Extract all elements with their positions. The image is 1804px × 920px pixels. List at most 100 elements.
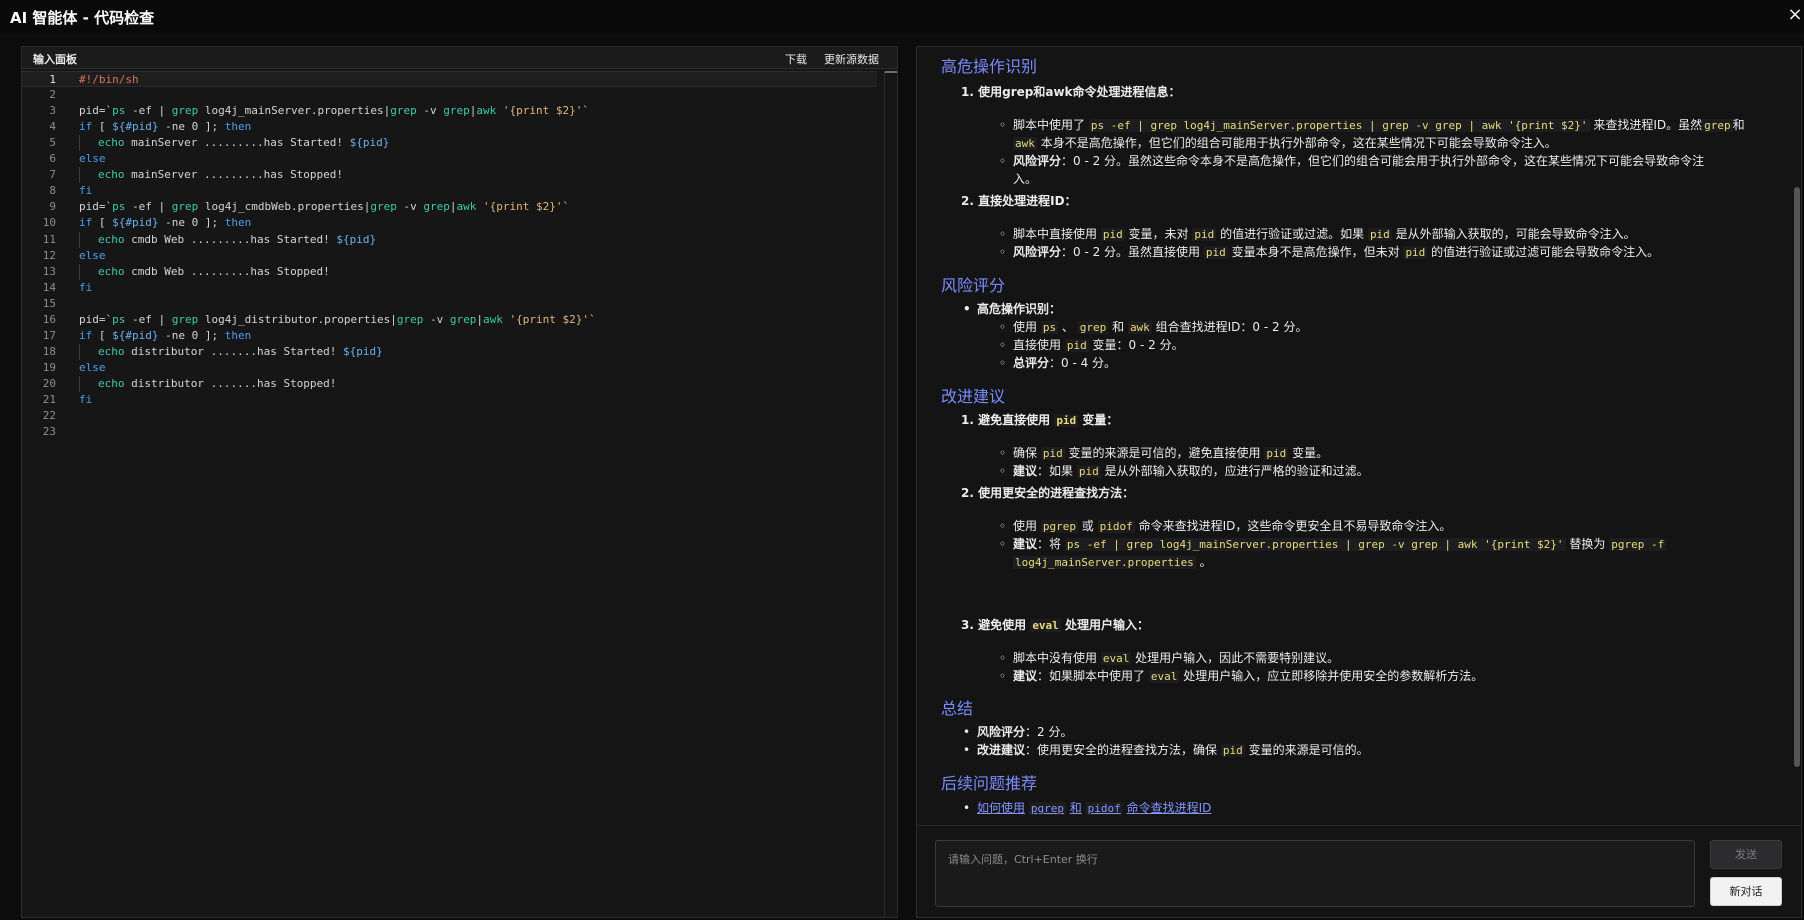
input-panel: 输入面板 下载 更新源数据 1 #!/bin/sh 2 3 pid=`ps -ef | …: [21, 46, 898, 918]
code-line[interactable]: 23: [22, 424, 877, 440]
refresh-source-button[interactable]: 更新源数据: [824, 51, 879, 67]
code-line[interactable]: 17 if [ ${#pid} -ne 0 ]; then: [22, 328, 877, 344]
code-token: awk: [483, 312, 503, 326]
text: 命令来查找进程ID，这些命令更安全且不易导致命令注入。: [1138, 519, 1452, 533]
text: 的值进行验证或过滤。如果: [1220, 227, 1365, 241]
code-line[interactable]: 13 echo cmdb Web .........has Stopped!: [22, 263, 877, 280]
code-line[interactable]: 12 else: [22, 248, 877, 264]
download-button[interactable]: 下载: [785, 51, 807, 67]
code-line[interactable]: 20 echo distributor .......has Stopped!: [22, 375, 877, 392]
code-line[interactable]: 9 pid=`ps -ef | grep log4j_cmdbWeb.proper…: [22, 199, 877, 215]
list-item: 脚本中没有使用 eval 处理用户输入，因此不需要特别建议。: [999, 649, 1339, 668]
inline-code[interactable]: pgrep: [1028, 802, 1066, 815]
code-line[interactable]: 18 echo distributor .......has Started! $…: [22, 343, 877, 360]
send-button[interactable]: 发送: [1710, 840, 1782, 869]
code-line[interactable]: 22: [22, 408, 877, 424]
code-token: log4j_cmdbWeb.properties|: [198, 200, 371, 214]
code-line[interactable]: 4 if [ ${#pid} -ne 0 ]; then: [22, 119, 877, 135]
line-number: 2: [49, 88, 56, 102]
text: 来查找进程ID。虽然: [1593, 118, 1703, 132]
inline-code: ps: [1040, 321, 1059, 334]
code-text: echo distributor .......has Stopped!: [79, 375, 336, 392]
heading-risk-ops: 高危操作识别: [941, 57, 1038, 76]
code-line[interactable]: 6 else: [22, 151, 877, 167]
heading-summary: 总结: [941, 699, 974, 718]
code-token: else: [79, 152, 106, 166]
inline-code: eval: [1148, 670, 1180, 683]
code-editor[interactable]: 1 #!/bin/sh 2 3 pid=`ps -ef | grep log4j_mai…: [22, 71, 899, 917]
window-title: AI 智能体 - 代码检查: [10, 9, 155, 27]
list-item-continuation: log4j_mainServer.properties 。: [1013, 553, 1212, 572]
code-line[interactable]: 21 fi: [22, 392, 877, 408]
line-number: 18: [42, 344, 56, 358]
question-input[interactable]: [936, 841, 1694, 906]
text: 变量，未对: [1128, 227, 1189, 241]
code-line[interactable]: 19 else: [22, 360, 877, 376]
code-line[interactable]: 15: [22, 296, 877, 312]
code-text: echo cmdb Web .........has Stopped!: [79, 263, 330, 280]
code-line[interactable]: 16 pid=`ps -ef | grep log4j_distributor.p…: [22, 312, 877, 328]
code-token: grep: [171, 200, 199, 214]
label: 总评分: [1013, 356, 1050, 370]
code-token: '{print $2}': [502, 312, 590, 326]
code-line[interactable]: 7 echo mainServer .........has Stopped!: [22, 167, 877, 184]
code-token: grep: [443, 104, 470, 118]
new-chat-button[interactable]: 新对话: [1710, 877, 1782, 906]
code-token: pid=`: [79, 200, 113, 214]
code-token: echo: [98, 264, 125, 278]
code-line[interactable]: 14 fi: [22, 280, 877, 296]
line-number: 13: [42, 264, 56, 278]
code-token: ${#pid}: [112, 216, 159, 230]
code-token: ps: [112, 104, 126, 118]
code-token: echo: [98, 344, 125, 358]
chat-scrollbar[interactable]: [1794, 187, 1800, 767]
text: 避免直接使用: [978, 413, 1051, 427]
line-number: 6: [49, 152, 56, 166]
close-icon[interactable]: ×: [1786, 4, 1804, 26]
code-token: grep: [423, 200, 450, 214]
list-item: 脚本中使用了 ps -ef | grep log4j_mainServer.pr…: [999, 116, 1745, 135]
code-token: if: [79, 120, 93, 134]
text: 的值进行验证或过滤可能会导致命令注入。: [1431, 245, 1660, 259]
code-line[interactable]: 5 echo mainServer .........has Started! $…: [22, 135, 877, 152]
list-item: 3. 避免使用 eval 处理用户输入：: [961, 616, 1149, 635]
code-line[interactable]: 1 #!/bin/sh: [22, 71, 877, 87]
inline-code[interactable]: pidof: [1085, 802, 1123, 815]
link-text[interactable]: 和: [1070, 801, 1082, 815]
inline-code: pid: [1076, 465, 1101, 478]
code-token: mainServer .........has Stopped!: [124, 168, 344, 182]
code-token: echo: [98, 168, 125, 182]
text: 避免使用: [978, 618, 1027, 632]
list-number: 1.: [961, 413, 974, 427]
list-item: 风险评分：0 - 2 分。虽然直接使用 pid 变量本身不是高危操作，但未对 p…: [999, 243, 1660, 262]
code-line[interactable]: 2: [22, 87, 877, 103]
code-line[interactable]: 10 if [ ${#pid} -ne 0 ]; then: [22, 215, 877, 231]
inline-code: eval: [1030, 619, 1061, 632]
list-item: 风险评分：2 分。: [963, 723, 1073, 741]
code-token: [: [92, 120, 113, 134]
link-text[interactable]: 命令查找进程ID: [1127, 801, 1212, 815]
link-text[interactable]: 如何使用: [977, 801, 1025, 815]
inline-code: pid: [1403, 246, 1428, 259]
colon: ：: [1122, 486, 1135, 500]
text: 、: [1061, 320, 1074, 334]
code-text: if [ ${#pid} -ne 0 ]; then: [79, 215, 251, 231]
text: ：如果脚本中使用了: [1037, 669, 1146, 683]
line-number: 9: [49, 200, 56, 214]
followup-link-1[interactable]: 如何使用 pgrep 和 pidof 命令查找进程ID: [963, 799, 1212, 818]
code-token: distributor .......has Started!: [124, 344, 344, 358]
colon: ：: [1049, 302, 1062, 316]
line-number: 21: [42, 393, 56, 406]
code-line[interactable]: 8 fi: [22, 183, 877, 199]
code-token: echo: [98, 136, 125, 150]
code-token: ${#pid}: [112, 328, 159, 342]
colon: ：: [1106, 413, 1119, 427]
code-token: else: [79, 248, 106, 262]
text: 变量的来源是可信的。: [1248, 743, 1369, 757]
question-input-box[interactable]: [935, 840, 1695, 907]
code-line[interactable]: 11 echo cmdb Web .........has Started! ${…: [22, 231, 877, 248]
editor-scrollbar[interactable]: [885, 71, 897, 73]
code-token: '{print $2}': [496, 104, 583, 118]
code-line[interactable]: 3 pid=`ps -ef | grep log4j_mainServer.pro…: [22, 103, 877, 119]
code-text: echo mainServer .........has Started! ${…: [79, 135, 389, 152]
